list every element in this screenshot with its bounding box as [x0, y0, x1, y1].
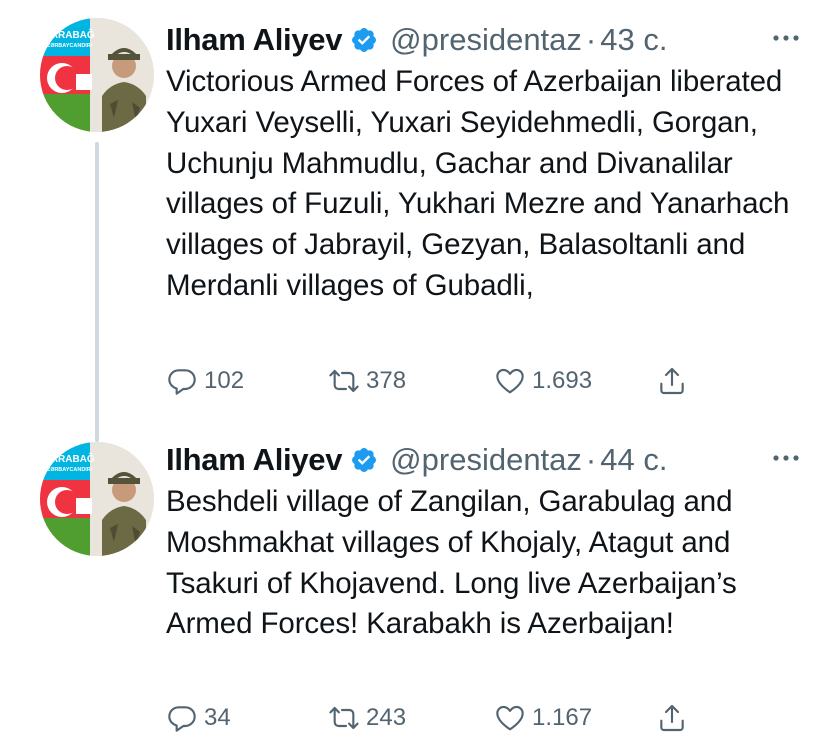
retweet-count: 378: [366, 367, 407, 394]
svg-text:QARABAĞ: QARABAĞ: [43, 452, 95, 465]
separator-dot: ·: [585, 442, 597, 477]
reply-icon: [168, 706, 196, 732]
share-button[interactable]: [656, 361, 688, 401]
tweet-actions: 102 378 1.693: [166, 361, 726, 401]
avatar[interactable]: QARABAĞ AZƏRBAYCANDIR!: [40, 18, 154, 132]
reply-icon: [168, 369, 196, 395]
avatar-image: QARABAĞ AZƏRBAYCANDIR!: [40, 18, 154, 132]
more-options-icon[interactable]: [766, 446, 806, 476]
tweet[interactable]: QARABAĞ AZƏRBAYCANDIR! Ilham Aliyev @pre…: [0, 0, 828, 442]
author-handle[interactable]: @presidentaz: [390, 442, 582, 478]
like-count: 1.167: [532, 704, 593, 731]
tweet-timestamp[interactable]: 44 с.: [600, 442, 667, 478]
like-button[interactable]: 1.167: [494, 698, 592, 738]
tweet-text: Beshdeli village of Zangilan, Garabulag …: [166, 485, 737, 641]
more-options-icon[interactable]: [766, 26, 806, 56]
svg-text:AZƏRBAYCANDIR!: AZƏRBAYCANDIR!: [43, 43, 93, 49]
tweet-text: Victorious Armed Forces of Azerbaijan li…: [166, 65, 790, 302]
author-name[interactable]: Ilham Aliyev: [166, 22, 342, 58]
reply-count: 102: [204, 367, 245, 394]
retweet-button[interactable]: 378: [328, 361, 406, 401]
reply-count: 34: [204, 704, 231, 731]
avatar-image: QARABAĞ AZƏRBAYCANDIR!: [40, 442, 154, 556]
svg-text:AZƏRBAYCANDIR!: AZƏRBAYCANDIR!: [43, 467, 93, 473]
thread-connector-line: [95, 142, 99, 442]
like-icon: [496, 705, 524, 731]
like-button[interactable]: 1.693: [494, 361, 592, 401]
like-count: 1.693: [532, 367, 593, 394]
tweet-header: Ilham Aliyev @presidentaz · 44 с.: [166, 438, 806, 482]
author-handle[interactable]: @presidentaz: [390, 22, 582, 58]
separator-dot: ·: [585, 22, 597, 57]
tweet[interactable]: QARABAĞ AZƏRBAYCANDIR! Ilham Aliyev @pre…: [0, 430, 828, 752]
share-icon: [660, 704, 684, 732]
tweet-actions: 34 243 1.167: [166, 698, 726, 738]
avatar[interactable]: QARABAĞ AZƏRBAYCANDIR!: [40, 442, 154, 556]
reply-button[interactable]: 102: [166, 361, 244, 401]
author-name[interactable]: Ilham Aliyev: [166, 442, 342, 478]
verified-badge-icon: [352, 448, 377, 472]
share-button[interactable]: [656, 698, 688, 738]
retweet-icon: [329, 706, 359, 730]
retweet-icon: [329, 369, 359, 393]
svg-text:QARABAĞ: QARABAĞ: [43, 28, 95, 41]
retweet-button[interactable]: 243: [328, 698, 406, 738]
verified-badge-icon: [352, 28, 377, 52]
reply-button[interactable]: 34: [166, 698, 231, 738]
tweet-header: Ilham Aliyev @presidentaz · 43 с.: [166, 18, 806, 62]
share-icon: [660, 367, 684, 395]
like-icon: [496, 368, 524, 394]
retweet-count: 243: [366, 704, 407, 731]
tweet-timestamp[interactable]: 43 с.: [600, 22, 667, 58]
